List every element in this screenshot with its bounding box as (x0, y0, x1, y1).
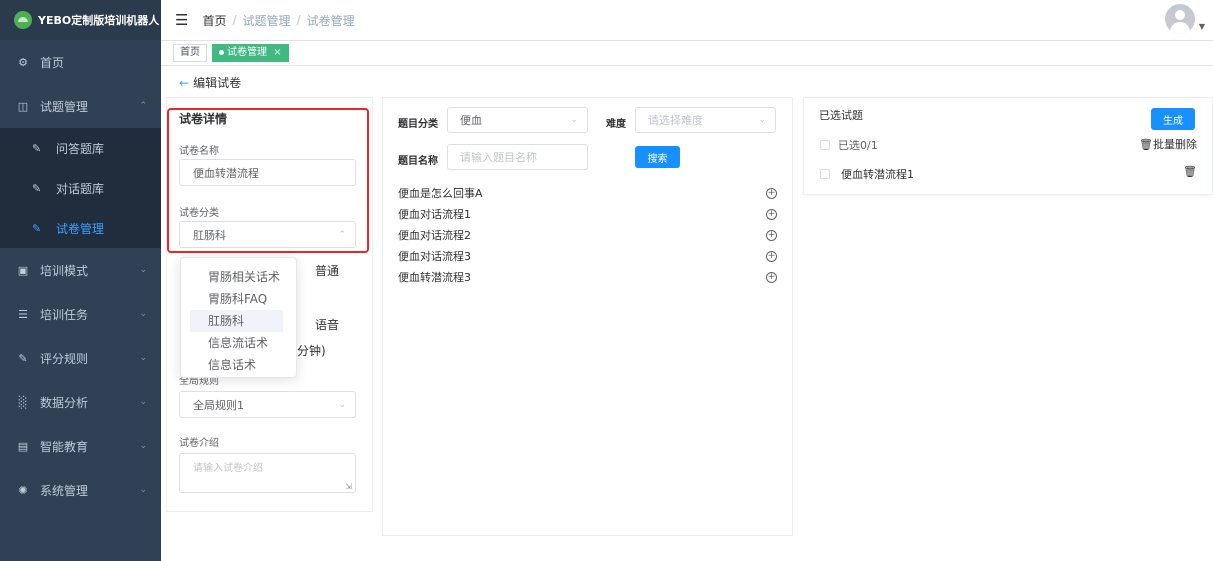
chevron-down-icon: ⌄ (139, 353, 147, 363)
top-header: ☰ 首页 / 试题管理 / 试卷管理 ▼ (161, 0, 1213, 41)
active-dot-icon (219, 49, 224, 55)
search-button[interactable]: 搜索 (635, 146, 680, 168)
question-category-label: 题目分类 (398, 119, 438, 130)
list-item[interactable]: 便血对话流程1 + (398, 204, 777, 224)
brand[interactable]: YEBO定制版培训机器人 (0, 0, 161, 40)
list-item[interactable]: 便血对话流程2 + (398, 225, 777, 245)
sidebar-item-training-task[interactable]: ☰ 培训任务 ⌄ (0, 292, 161, 336)
question-category-select[interactable]: 便血 ⌄ (447, 107, 588, 133)
paper-intro-label: 试卷介绍 (179, 438, 219, 449)
sidebar-item-home[interactable]: ⚙ 首页 (0, 40, 161, 84)
edit-icon: ✎ (18, 351, 28, 365)
chevron-down-icon: ⌄ (758, 115, 766, 125)
trash-icon: 🗑 (1139, 138, 1153, 151)
sidebar-subitem-dialog-bank[interactable]: ✎ 对话题库 (0, 168, 161, 208)
avatar[interactable] (1165, 4, 1195, 34)
list-icon: ☰ (18, 307, 28, 321)
question-filter-panel: 题目分类 便血 ⌄ 难度 请选择难度 ⌄ 题目名称 请输入题目名称 搜索 便血是… (382, 97, 793, 536)
global-rule-select[interactable]: 全局规则1 ⌄ (179, 391, 356, 418)
add-circle-icon[interactable]: + (766, 208, 777, 220)
tag-home[interactable]: 首页 (173, 44, 207, 62)
caret-down-icon[interactable]: ▼ (1199, 22, 1205, 31)
gear-icon: ✺ (18, 483, 28, 497)
brand-name: YEBO定制版培训机器人 (38, 14, 160, 27)
item-checkbox[interactable] (820, 169, 830, 179)
question-name-label: 题目名称 (398, 156, 438, 167)
generate-button[interactable]: 生成 (1151, 108, 1195, 130)
edit-icon: ✎ (32, 221, 42, 235)
chevron-up-icon: ⌃ (139, 101, 147, 111)
breadcrumb-question-mgmt[interactable]: 试题管理 (243, 12, 291, 29)
batch-delete-button[interactable]: 🗑批量删除 (1139, 136, 1197, 152)
tag-paper-mgmt[interactable]: 试卷管理 × (212, 44, 289, 62)
chevron-down-icon: ⌄ (570, 115, 578, 125)
dropdown-option[interactable]: 信息话术 (181, 354, 296, 376)
sidebar-item-question-mgmt[interactable]: ◫ 试题管理 ⌃ (0, 84, 161, 128)
list-item[interactable]: 便血对话流程3 + (398, 246, 777, 266)
screen-icon: ▤ (17, 439, 29, 453)
book-icon: ◫ (17, 99, 29, 113)
chevron-down-icon: ⌄ (139, 309, 147, 319)
sidebar-item-system-mgmt[interactable]: ✺ 系统管理 ⌄ (0, 468, 161, 512)
chevron-down-icon: ⌄ (139, 265, 147, 275)
sidebar-item-training-mode[interactable]: ▣ 培训模式 ⌄ (0, 248, 161, 292)
bar-chart-icon: ░ (18, 395, 28, 409)
dropdown-option-selected[interactable]: 肛肠科 (190, 310, 283, 332)
dashboard-icon: ⚙ (18, 55, 28, 69)
tags-view: 首页 试卷管理 × (161, 41, 1213, 66)
list-item[interactable]: 便血是怎么回事A + (398, 183, 777, 203)
trash-icon[interactable]: 🗑 (1183, 165, 1197, 178)
selected-questions-panel: 已选试题 生成 已选0/1 🗑批量删除 便血转潜流程1 🗑 (803, 97, 1213, 195)
add-circle-icon[interactable]: + (766, 271, 777, 283)
paper-intro-textarea[interactable]: 请输入试卷介绍 ⇲ (179, 453, 356, 493)
duration-suffix: 分钟) (297, 344, 326, 358)
add-circle-icon[interactable]: + (766, 229, 777, 241)
resize-handle-icon[interactable]: ⇲ (345, 482, 352, 491)
dropdown-option[interactable]: 胃肠科FAQ (181, 288, 296, 310)
chevron-down-icon: ⌄ (139, 397, 147, 407)
add-circle-icon[interactable]: + (766, 250, 777, 262)
chevron-down-icon: ⌄ (139, 485, 147, 495)
question-name-input[interactable]: 请输入题目名称 (447, 144, 588, 170)
selected-item: 便血转潜流程1 (841, 168, 914, 181)
close-icon[interactable]: × (273, 47, 281, 58)
sidebar: YEBO定制版培训机器人 ⚙ 首页 ◫ 试题管理 ⌃ ✎ 问答题库 ✎ 对话题库… (0, 0, 161, 561)
selected-count: 已选0/1 (838, 139, 878, 152)
difficulty-label: 难度 (606, 119, 626, 130)
add-circle-icon[interactable]: + (766, 187, 777, 199)
radio-normal-label[interactable]: 普通 (315, 262, 339, 279)
arrow-left-icon: ← (179, 76, 190, 90)
dropdown-option[interactable]: 胃肠相关话术 (181, 266, 296, 288)
breadcrumb-paper-mgmt: 试卷管理 (306, 13, 355, 28)
sidebar-item-data-analysis[interactable]: ░ 数据分析 ⌄ (0, 380, 161, 424)
annotation-highlight (167, 108, 369, 253)
category-dropdown: 胃肠相关话术 胃肠科FAQ 肛肠科 信息流话术 信息话术 (180, 257, 297, 378)
difficulty-select[interactable]: 请选择难度 ⌄ (635, 107, 776, 133)
selected-title: 已选试题 (819, 109, 863, 122)
hamburger-icon[interactable]: ☰ (175, 11, 188, 29)
chevron-down-icon: ⌄ (338, 399, 346, 410)
select-all-checkbox[interactable] (820, 140, 830, 150)
sidebar-item-smart-education[interactable]: ▤ 智能教育 ⌄ (0, 424, 161, 468)
sidebar-item-scoring-rules[interactable]: ✎ 评分规则 ⌄ (0, 336, 161, 380)
edit-icon: ✎ (32, 141, 42, 155)
edit-icon: ✎ (32, 181, 42, 195)
sidebar-subitem-paper-mgmt[interactable]: ✎ 试卷管理 (0, 208, 161, 248)
back-link[interactable]: ← 编辑试卷 (179, 74, 241, 91)
chevron-down-icon: ⌄ (139, 441, 147, 451)
radio-voice-label[interactable]: 语音 (315, 316, 339, 333)
logo-icon (14, 11, 32, 29)
monitor-icon: ▣ (17, 263, 29, 277)
list-item[interactable]: 便血转潜流程3 + (398, 267, 777, 287)
dropdown-option[interactable]: 信息流话术 (181, 332, 296, 354)
sidebar-subitem-qa-bank[interactable]: ✎ 问答题库 (0, 128, 161, 168)
breadcrumb-home[interactable]: 首页 (202, 12, 226, 29)
